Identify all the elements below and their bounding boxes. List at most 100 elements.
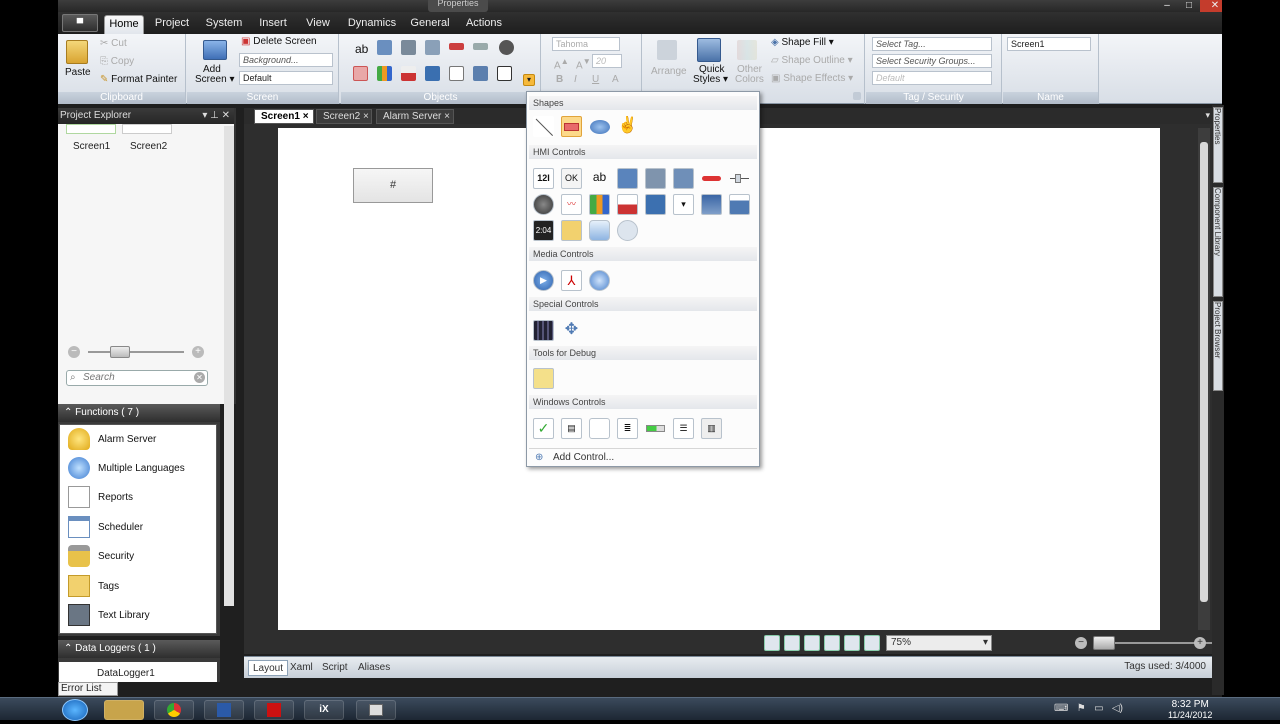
canvas-zoom-in-icon[interactable]: + [1194,637,1206,649]
alarm-viewer-control-icon[interactable] [617,194,638,215]
comment-icon[interactable] [824,635,840,651]
ix-developer-taskbar-icon[interactable]: iX [304,700,344,720]
more-objects-icon[interactable]: ▾ [523,74,535,86]
checkbox-control-icon[interactable]: ✓ [533,418,554,439]
doc-tab-screen1[interactable]: Screen1 × [254,109,314,124]
quick-styles-icon[interactable] [697,38,721,62]
select-tag-input[interactable]: Select Tag... [872,37,992,51]
listbox-control-icon[interactable]: ≣ [617,418,638,439]
thumbnail-zoom-slider[interactable]: − + [68,346,208,362]
tab-view[interactable]: View [302,15,334,34]
trackbar-icon[interactable] [473,43,488,50]
groupbox-control-icon[interactable] [589,418,610,439]
zoom-out-icon[interactable]: − [68,346,80,358]
picture-icon[interactable] [377,40,392,55]
datetime-control-icon[interactable]: ▤ [561,418,582,439]
project-browser-side-tab[interactable]: Project Browser [1213,301,1223,391]
digital-clock-icon[interactable]: 2:04 [533,220,554,241]
screen-control-icon[interactable] [701,194,722,215]
data-loggers-header[interactable]: ⌃ Data Loggers ( 1 ) [58,640,220,658]
screen1-thumbnail[interactable] [66,124,116,134]
trend-icon[interactable] [353,66,368,81]
background-select[interactable]: Background... [239,53,333,67]
tab-layout[interactable]: Layout [248,660,289,676]
tab-insert[interactable]: Insert [254,15,292,34]
text-icon[interactable]: ab [589,168,610,189]
folder-control-icon[interactable] [561,220,582,241]
circular-meter-icon[interactable] [533,194,554,215]
tab-dynamics[interactable]: Dynamics [344,15,400,34]
add-screen-dropdown[interactable]: Screen ▾ [195,74,234,85]
tab-general[interactable]: General [408,15,452,34]
trend-viewer-icon[interactable]: 〰 [561,194,582,215]
shape-outline-button[interactable]: ▱ Shape Outline ▾ [771,55,853,66]
combo-box-icon[interactable] [449,66,464,81]
zoom-level-select[interactable]: 75% ▾ [886,635,992,651]
rectangle-shape-icon[interactable] [561,116,582,137]
pane-buttons[interactable]: ▾ ⊥ ✕ [202,108,230,124]
grid-icon[interactable] [764,635,780,651]
properties-side-tab[interactable]: Properties [1213,107,1223,183]
component-icon[interactable]: ✥ [561,320,582,341]
clock[interactable]: 8:32 PM 11/24/2012 [1168,700,1212,721]
zoom-in-icon[interactable]: + [192,346,204,358]
close-button[interactable]: ✕ [1200,0,1222,12]
arrange-button[interactable]: Arrange [651,66,687,77]
screen2-thumbnail[interactable] [122,124,172,134]
database-icon[interactable] [589,220,610,241]
screen-icon[interactable] [473,66,488,81]
chart-icon[interactable] [589,194,610,215]
format-dialog-launcher-icon[interactable] [853,92,861,100]
grid-control-icon[interactable] [533,320,554,341]
action-menu-control-icon[interactable] [645,194,666,215]
numeric-icon[interactable]: 12I [533,168,554,189]
tab-xaml[interactable]: Xaml [286,660,317,676]
keyboard-icon[interactable]: ⌨ [1054,703,1068,714]
app-menu-button[interactable]: ▀ [62,14,98,32]
add-control-button[interactable]: ⊕ Add Control... [529,448,757,466]
quick-styles-dropdown[interactable]: Styles ▾ [693,74,728,85]
format-painter-button[interactable]: ✎ Format Painter [100,74,177,85]
select-security-input[interactable]: Select Security Groups... [872,54,992,68]
combo-box-control-icon[interactable]: ▾ [673,194,694,215]
debug-tool-icon[interactable] [533,368,554,389]
word-taskbar-icon[interactable] [204,700,244,720]
layout-icon[interactable] [864,635,880,651]
tab-actions[interactable]: Actions [462,15,506,34]
web-browser-icon[interactable] [589,270,610,291]
tab-project[interactable]: Project [152,15,192,34]
snap-icon[interactable] [784,635,800,651]
arrange-icon[interactable] [657,40,677,60]
line-shape-icon[interactable] [533,116,554,137]
doc-tab-screen2[interactable]: Screen2 × [316,109,372,124]
canvas-vertical-scrollbar[interactable] [1198,128,1210,630]
grow-font-icon[interactable]: A▲ [554,56,569,71]
component-library-side-tab[interactable]: Component Library [1213,187,1223,297]
fit-icon[interactable] [844,635,860,651]
font-name-select[interactable]: Tahoma [552,37,620,51]
underline-button[interactable]: U [592,74,599,85]
shrink-font-icon[interactable]: A▼ [576,56,591,71]
pdf-taskbar-icon[interactable] [254,700,294,720]
datalogger-item[interactable]: DataLogger1 [59,662,217,682]
magnifier-icon[interactable] [617,220,638,241]
shape-effects-button[interactable]: ▣ Shape Effects ▾ [771,73,853,84]
left-pane-scrollbar[interactable] [224,126,234,606]
paste-icon[interactable] [66,40,88,64]
linear-meter-icon[interactable] [701,168,722,189]
font-color-button[interactable]: A [612,74,619,85]
paste-button[interactable]: Paste [65,67,91,78]
radio-list-icon[interactable]: ☰ [673,418,694,439]
tab-home[interactable]: Home [104,15,144,34]
minimize-button[interactable]: – [1156,0,1178,12]
animated-picture-icon[interactable] [425,40,440,55]
start-button[interactable] [62,699,88,721]
tab-script[interactable]: Script [318,660,352,676]
alarm-viewer-icon[interactable] [401,66,416,81]
default-select[interactable]: Default [239,71,333,85]
text-object-icon[interactable]: ab [355,42,368,56]
scroll-thumb[interactable] [1200,142,1208,602]
tooltip-icon[interactable] [804,635,820,651]
media-player-icon[interactable]: ▶ [533,270,554,291]
network-icon[interactable]: ▭ [1094,703,1103,714]
